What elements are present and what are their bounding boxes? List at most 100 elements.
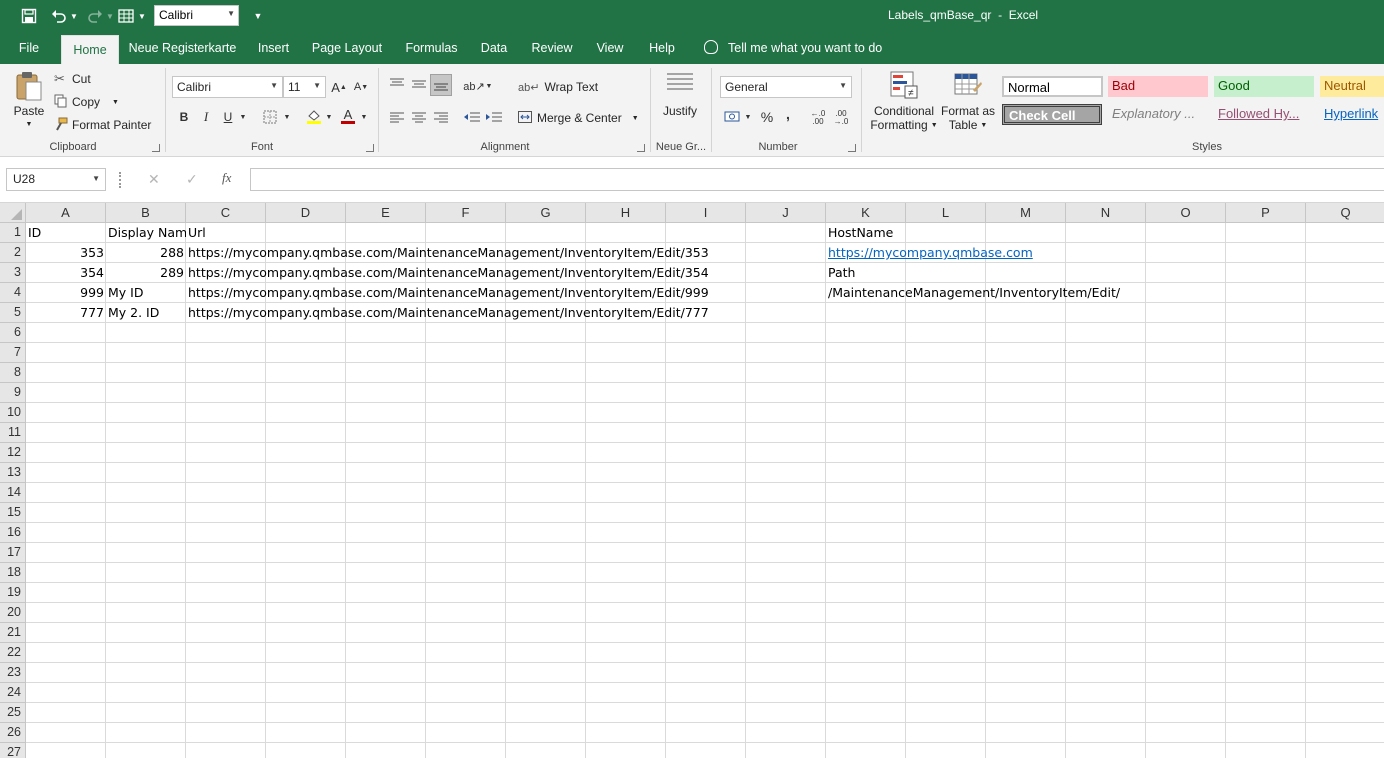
cell-c1[interactable]: Url: [186, 223, 208, 243]
cell-k2[interactable]: https://mycompany.qmbase.com: [826, 243, 1035, 263]
column-header-n[interactable]: N: [1066, 203, 1146, 223]
column-header-e[interactable]: E: [346, 203, 426, 223]
cell-c3[interactable]: https://mycompany.qmbase.com/Maintenance…: [186, 263, 711, 283]
wrap-text-button[interactable]: ab↵ Wrap Text: [518, 78, 598, 96]
cell-c5[interactable]: https://mycompany.qmbase.com/Maintenance…: [186, 303, 711, 323]
merge-center-button[interactable]: Merge & Center ▼: [518, 109, 639, 127]
row-header-11[interactable]: 11: [0, 423, 26, 443]
row-header-2[interactable]: 2: [0, 243, 26, 263]
column-header-l[interactable]: L: [906, 203, 986, 223]
cell-k1[interactable]: HostName: [826, 223, 895, 243]
select-all-corner[interactable]: [0, 203, 26, 223]
justify-button[interactable]: Justify: [660, 72, 700, 122]
cell-a4[interactable]: 999: [26, 283, 106, 303]
row-header-12[interactable]: 12: [0, 443, 26, 463]
tab-page-layout[interactable]: Page Layout: [308, 33, 386, 64]
cell-a2[interactable]: 353: [26, 243, 106, 263]
column-header-d[interactable]: D: [266, 203, 346, 223]
comma-style-button[interactable]: ,: [780, 106, 796, 122]
paste-button[interactable]: Paste ▼: [10, 70, 48, 138]
enter-icon[interactable]: ✓: [186, 171, 198, 188]
row-header-27[interactable]: 27: [0, 743, 26, 758]
align-left-icon[interactable]: [389, 109, 405, 125]
row-header-10[interactable]: 10: [0, 403, 26, 423]
orientation-icon[interactable]: ab↗: [463, 78, 484, 94]
row-header-8[interactable]: 8: [0, 363, 26, 383]
number-format-combo[interactable]: General ▼: [720, 76, 852, 98]
cell-a5[interactable]: 777: [26, 303, 106, 323]
conditional-formatting-button[interactable]: ≠ Conditional Formatting ▼: [868, 70, 940, 140]
accounting-dropdown-icon[interactable]: ▼: [743, 109, 753, 125]
row-header-7[interactable]: 7: [0, 343, 26, 363]
tab-data[interactable]: Data: [476, 33, 512, 64]
tab-file[interactable]: File: [10, 33, 48, 64]
column-header-j[interactable]: J: [746, 203, 826, 223]
tab-home[interactable]: Home: [61, 35, 119, 66]
undo-icon[interactable]: [50, 7, 68, 25]
column-header-h[interactable]: H: [586, 203, 666, 223]
cell-k4[interactable]: /MaintenanceManagement/InventoryItem/Edi…: [826, 283, 1122, 303]
cell-a3[interactable]: 354: [26, 263, 106, 283]
row-header-5[interactable]: 5: [0, 303, 26, 323]
worksheet-grid[interactable]: ABCDEFGHIJKLMNOPQ 1 2 3 4 5 6 7 8 9 10 11 12 13 14 15 1…: [0, 203, 1384, 758]
align-middle-icon[interactable]: [411, 76, 427, 92]
tab-view[interactable]: View: [591, 33, 629, 64]
cell-k3[interactable]: Path: [826, 263, 857, 283]
column-header-q[interactable]: Q: [1306, 203, 1384, 223]
accounting-format-icon[interactable]: [724, 109, 740, 125]
name-box[interactable]: U28 ▼: [6, 168, 106, 191]
tab-help[interactable]: Help: [643, 33, 681, 64]
format-as-table-button[interactable]: Format as Table ▼: [940, 70, 996, 140]
column-header-f[interactable]: F: [426, 203, 506, 223]
row-header-18[interactable]: 18: [0, 563, 26, 583]
tab-insert[interactable]: Insert: [251, 33, 296, 64]
row-header-21[interactable]: 21: [0, 623, 26, 643]
cell-b1[interactable]: Display Nam: [106, 223, 186, 243]
column-header-m[interactable]: M: [986, 203, 1066, 223]
column-header-p[interactable]: P: [1226, 203, 1306, 223]
underline-dropdown-icon[interactable]: ▼: [238, 109, 248, 125]
cell-b3[interactable]: 289: [106, 263, 186, 283]
cell-b2[interactable]: 288: [106, 243, 186, 263]
insert-function-icon[interactable]: fx: [222, 170, 231, 186]
align-center-icon[interactable]: [411, 109, 427, 125]
decrease-decimal-button[interactable]: .00 →.0: [831, 110, 851, 126]
decrease-indent-icon[interactable]: [464, 109, 480, 125]
row-header-4[interactable]: 4: [0, 283, 26, 303]
row-header-3[interactable]: 3: [0, 263, 26, 283]
formula-input[interactable]: [250, 168, 1384, 191]
copy-button[interactable]: Copy ▼: [54, 93, 119, 111]
qat-font-combo[interactable]: Calibri ▼: [154, 5, 239, 26]
row-header-16[interactable]: 16: [0, 523, 26, 543]
formula-bar-grip[interactable]: [119, 172, 122, 188]
number-launcher-icon[interactable]: [848, 144, 856, 152]
cell-a1[interactable]: ID: [26, 223, 106, 243]
fill-color-icon[interactable]: [306, 108, 322, 124]
row-header-13[interactable]: 13: [0, 463, 26, 483]
borders-dropdown-icon[interactable]: ▼: [282, 109, 292, 125]
row-header-1[interactable]: 1: [0, 223, 26, 243]
orientation-dropdown-icon[interactable]: ▼: [484, 78, 494, 94]
form-dropdown-icon[interactable]: ▼: [138, 7, 146, 25]
column-header-i[interactable]: I: [666, 203, 746, 223]
cancel-icon[interactable]: ✕: [148, 171, 160, 188]
font-color-dropdown-icon[interactable]: ▼: [359, 109, 369, 125]
row-header-24[interactable]: 24: [0, 683, 26, 703]
tab-neue-registerkarte[interactable]: Neue Registerkarte: [127, 33, 238, 64]
form-icon[interactable]: [117, 7, 135, 25]
fill-color-dropdown-icon[interactable]: ▼: [324, 109, 334, 125]
style-followed-hyperlink[interactable]: Followed Hy...: [1214, 104, 1314, 125]
save-icon[interactable]: [20, 7, 38, 25]
row-header-6[interactable]: 6: [0, 323, 26, 343]
format-painter-button[interactable]: Format Painter: [54, 116, 151, 134]
row-header-19[interactable]: 19: [0, 583, 26, 603]
alignment-launcher-icon[interactable]: [637, 144, 645, 152]
column-header-k[interactable]: K: [826, 203, 906, 223]
row-header-25[interactable]: 25: [0, 703, 26, 723]
undo-dropdown-icon[interactable]: ▼: [70, 7, 78, 25]
align-top-icon[interactable]: [389, 76, 405, 92]
align-bottom-icon[interactable]: [430, 74, 452, 96]
font-name-combo[interactable]: Calibri ▼: [172, 76, 283, 98]
cell-b4[interactable]: My ID: [106, 283, 186, 303]
tab-formulas[interactable]: Formulas: [400, 33, 463, 64]
